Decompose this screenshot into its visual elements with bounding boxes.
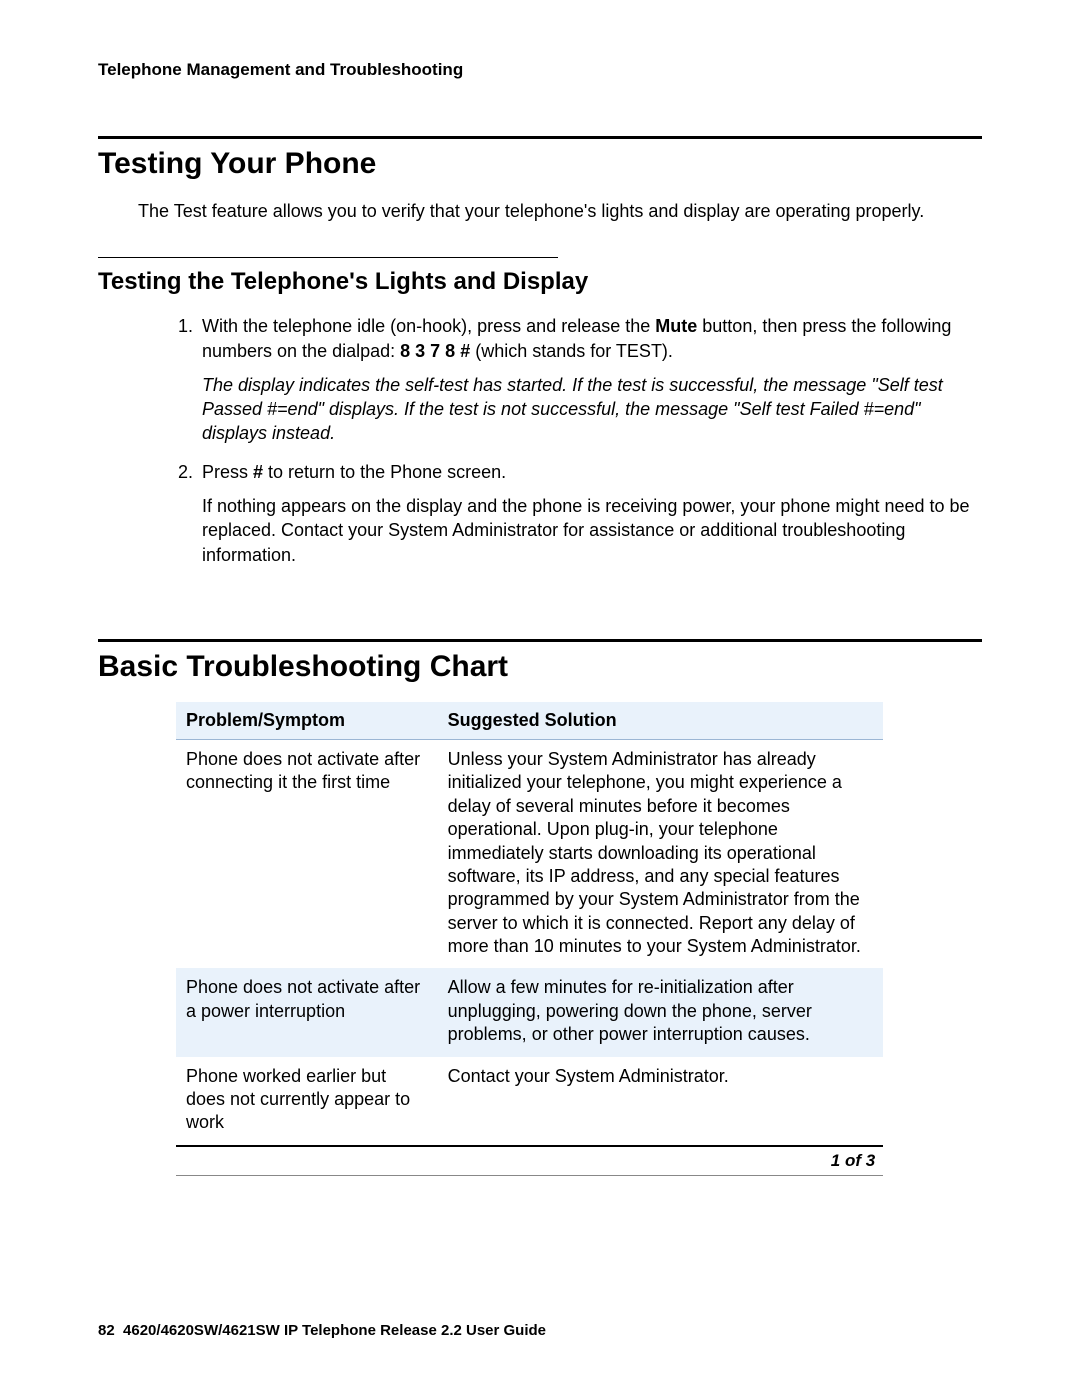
table-header-row: Problem/Symptom Suggested Solution [176, 702, 883, 740]
troubleshooting-table: Problem/Symptom Suggested Solution Phone… [176, 702, 883, 1145]
step-1-note: The display indicates the self-test has … [202, 373, 982, 446]
doc-title: 4620/4620SW/4621SW IP Telephone Release … [123, 1322, 546, 1339]
step-2-text-b: to return to the Phone screen. [263, 462, 506, 482]
heading-basic-troubleshooting-chart: Basic Troubleshooting Chart [98, 650, 982, 684]
section-rule-2 [98, 639, 982, 642]
cell-solution: Contact your System Administrator. [438, 1057, 884, 1145]
table-row: Phone does not activate after connecting… [176, 739, 883, 968]
table-pager: 1 of 3 [176, 1145, 883, 1176]
heading-testing-lights-display: Testing the Telephone's Lights and Displ… [98, 268, 982, 296]
step-2-note: If nothing appears on the display and th… [202, 494, 982, 567]
table-row: Phone does not activate after a power in… [176, 968, 883, 1056]
cell-problem: Phone does not activate after connecting… [176, 739, 438, 968]
mute-label: Mute [655, 316, 697, 336]
cell-solution: Allow a few minutes for re-initializatio… [438, 968, 884, 1056]
cell-solution: Unless your System Administrator has alr… [438, 739, 884, 968]
step-2-text-a: Press [202, 462, 253, 482]
col-header-problem: Problem/Symptom [176, 702, 438, 740]
hash-key: # [253, 462, 263, 482]
running-header: Telephone Management and Troubleshooting [98, 60, 982, 80]
subsection-rule [98, 257, 558, 258]
page-number: 82 [98, 1322, 115, 1339]
step-1-text-a: With the telephone idle (on-hook), press… [202, 316, 655, 336]
section-rule [98, 136, 982, 139]
step-1: With the telephone idle (on-hook), press… [198, 314, 982, 445]
step-2: Press # to return to the Phone screen. I… [198, 460, 982, 567]
cell-problem: Phone does not activate after a power in… [176, 968, 438, 1056]
table-row: Phone worked earlier but does not curren… [176, 1057, 883, 1145]
col-header-solution: Suggested Solution [438, 702, 884, 740]
heading-testing-your-phone: Testing Your Phone [98, 147, 982, 181]
dialpad-code: 8 3 7 8 # [400, 341, 470, 361]
intro-paragraph: The Test feature allows you to verify th… [138, 199, 982, 223]
page-footer: 82 4620/4620SW/4621SW IP Telephone Relea… [98, 1322, 546, 1339]
steps-list: With the telephone idle (on-hook), press… [98, 314, 982, 567]
step-1-text-c: (which stands for TEST). [470, 341, 673, 361]
cell-problem: Phone worked earlier but does not curren… [176, 1057, 438, 1145]
